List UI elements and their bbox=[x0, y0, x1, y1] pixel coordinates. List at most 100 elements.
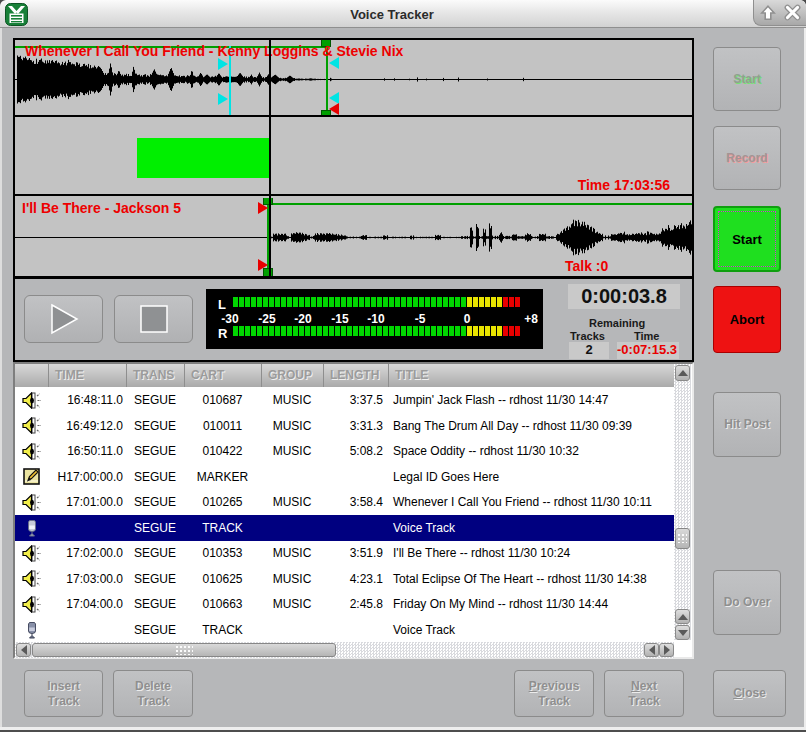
play-button[interactable] bbox=[24, 295, 103, 343]
log-cell-title: I'll Be There -- rdhost 11/30 10:24 bbox=[388, 540, 674, 566]
v-scrollbar[interactable] bbox=[674, 364, 691, 640]
v-scroll-down-button[interactable] bbox=[675, 625, 690, 640]
log-row[interactable]: 16:50:11.0SEGUE010422MUSIC5:08.2Space Od… bbox=[15, 438, 674, 464]
log-cell-length: 3:51.9 bbox=[323, 540, 388, 566]
record-button[interactable]: Record bbox=[713, 126, 781, 190]
arrow-up-icon bbox=[678, 614, 688, 620]
log-column-header-icon[interactable] bbox=[15, 364, 48, 387]
meter-segment bbox=[347, 297, 352, 307]
meter-segment bbox=[443, 297, 448, 307]
arrow-left-icon bbox=[649, 645, 655, 655]
stop-button[interactable] bbox=[114, 295, 193, 343]
log-column-header-GROUP[interactable]: GROUP bbox=[261, 364, 323, 387]
next-track-button[interactable]: NextTrack bbox=[604, 670, 684, 717]
delete-track-button[interactable]: DeleteTrack bbox=[113, 670, 193, 717]
region-handle[interactable] bbox=[263, 198, 273, 205]
start-track2-button[interactable]: Start bbox=[713, 206, 781, 272]
log-row[interactable]: SEGUETRACKVoice Track bbox=[15, 515, 674, 541]
meter-segment bbox=[293, 297, 298, 307]
meter-segment bbox=[257, 326, 262, 336]
focus-indicator bbox=[718, 211, 776, 267]
start-track1-button[interactable]: Start bbox=[713, 47, 781, 111]
log-row[interactable]: 17:04:00.0SEGUE010663MUSIC2:45.8Friday O… bbox=[15, 591, 674, 617]
v-scroll-up2-button[interactable] bbox=[675, 609, 690, 624]
close-window-button[interactable] bbox=[782, 3, 802, 23]
fade-marker-right-icon[interactable] bbox=[218, 93, 228, 105]
log-row[interactable]: 17:01:00.0SEGUE010265MUSIC3:58.4Whenever… bbox=[15, 489, 674, 515]
meter-segment bbox=[425, 326, 430, 336]
log-cell-trans: SEGUE bbox=[126, 515, 184, 541]
log-cell-title: Whenever I Call You Friend -- rdhost 11/… bbox=[388, 489, 674, 515]
log-cell-group bbox=[261, 515, 323, 541]
region-handle[interactable] bbox=[263, 268, 273, 276]
insert-track-button[interactable]: InsertTrack bbox=[24, 670, 103, 717]
meter-segment bbox=[389, 326, 394, 336]
arrow-left-icon bbox=[21, 645, 27, 655]
log-cell-title: Legal ID Goes Here bbox=[388, 464, 674, 490]
shade-window-button[interactable] bbox=[758, 3, 778, 23]
meter-segment bbox=[395, 326, 400, 336]
h-scroll-thumb[interactable] bbox=[32, 643, 336, 657]
log-cell-cart: TRACK bbox=[184, 515, 261, 541]
voice-track-editor[interactable]: Whenever I Call You Friend - Kenny Loggi… bbox=[13, 38, 694, 278]
log-column-header-TRANS[interactable]: TRANS bbox=[126, 364, 184, 387]
talk-time-label: Talk :0 bbox=[565, 258, 608, 274]
v-scroll-thumb[interactable] bbox=[675, 528, 690, 549]
meter-segment bbox=[317, 326, 322, 336]
log-row[interactable]: 16:49:12.0SEGUE010011MUSIC3:31.3Bang The… bbox=[15, 413, 674, 439]
arrow-up-icon bbox=[678, 370, 688, 376]
log-column-header-TIME[interactable]: TIME bbox=[48, 364, 126, 387]
log-list: TIMETRANSCARTGROUPLENGTHTITLE 16:48:11.0… bbox=[13, 362, 694, 659]
log-cell-icon bbox=[15, 489, 48, 515]
do-over-button[interactable]: Do Over bbox=[713, 570, 781, 635]
track1-zero-line bbox=[15, 79, 692, 80]
log-row[interactable]: 17:02:00.0SEGUE010353MUSIC3:51.9I'll Be … bbox=[15, 540, 674, 566]
region-handle[interactable] bbox=[321, 110, 331, 117]
voice-track-region[interactable] bbox=[137, 138, 269, 178]
log-row[interactable]: 17:03:00.0SEGUE010625MUSIC4:23.1Total Ec… bbox=[15, 566, 674, 592]
previous-track-button[interactable]: PreviousTrack bbox=[514, 670, 594, 717]
fade-marker-right-icon[interactable] bbox=[218, 58, 228, 70]
meter-segment bbox=[419, 326, 424, 336]
track1-waveform-panel[interactable]: Whenever I Call You Friend - Kenny Loggi… bbox=[15, 40, 692, 117]
meter-scale-label: -30 bbox=[221, 312, 238, 326]
h-scroll-left-button[interactable] bbox=[16, 643, 31, 657]
log-column-header-TITLE[interactable]: TITLE bbox=[388, 364, 674, 387]
log-row[interactable]: SEGUETRACKVoice Track bbox=[15, 617, 674, 643]
h-scroll-right-button[interactable] bbox=[659, 643, 674, 657]
meter-segment bbox=[341, 297, 346, 307]
track3-waveform-panel[interactable]: I'll Be There - Jackson 5 Talk :0 bbox=[15, 198, 692, 276]
log-row[interactable]: 16:48:11.0SEGUE010687MUSIC3:37.5Jumpin' … bbox=[15, 387, 674, 413]
abort-button[interactable]: Abort bbox=[713, 286, 781, 353]
log-cell-trans: SEGUE bbox=[126, 540, 184, 566]
titlebar[interactable]: Voice Tracker bbox=[0, 0, 806, 28]
log-column-header-CART[interactable]: CART bbox=[184, 364, 261, 387]
log-cell-trans: SEGUE bbox=[126, 566, 184, 592]
remaining-tracks-label: Tracks bbox=[570, 330, 605, 342]
h-scroll-left2-button[interactable] bbox=[644, 643, 659, 657]
meter-segment bbox=[437, 326, 442, 336]
log-header: TIMETRANSCARTGROUPLENGTHTITLE bbox=[15, 364, 674, 387]
meter-segment bbox=[323, 297, 328, 307]
track1-title: Whenever I Call You Friend - Kenny Loggi… bbox=[25, 43, 403, 59]
close-button[interactable]: Close bbox=[713, 670, 786, 717]
play-icon bbox=[44, 302, 84, 336]
log-column-header-LENGTH[interactable]: LENGTH bbox=[323, 364, 388, 387]
meter-segment bbox=[263, 326, 268, 336]
meter-segment bbox=[431, 326, 436, 336]
log-cell-icon bbox=[15, 566, 48, 592]
hit-post-button[interactable]: Hit Post bbox=[713, 392, 781, 457]
meter-segment bbox=[503, 297, 508, 307]
log-cell-time: 17:03:00.0 bbox=[48, 566, 126, 592]
log-cell-time: 17:02:00.0 bbox=[48, 540, 126, 566]
remaining-tracks-value: 2 bbox=[569, 342, 609, 359]
log-row[interactable]: H17:00:00.0SEGUEMARKERLegal ID Goes Here bbox=[15, 464, 674, 490]
meter-segment bbox=[491, 297, 496, 307]
log-cell-time: 17:01:00.0 bbox=[48, 489, 126, 515]
meter-segment bbox=[347, 326, 352, 336]
meter-segment bbox=[461, 326, 466, 336]
track2-voice-panel[interactable]: Time 17:03:56 bbox=[15, 119, 692, 196]
meter-segment bbox=[365, 297, 370, 307]
v-scroll-up-button[interactable] bbox=[675, 365, 690, 381]
log-cell-time: 17:04:00.0 bbox=[48, 591, 126, 617]
